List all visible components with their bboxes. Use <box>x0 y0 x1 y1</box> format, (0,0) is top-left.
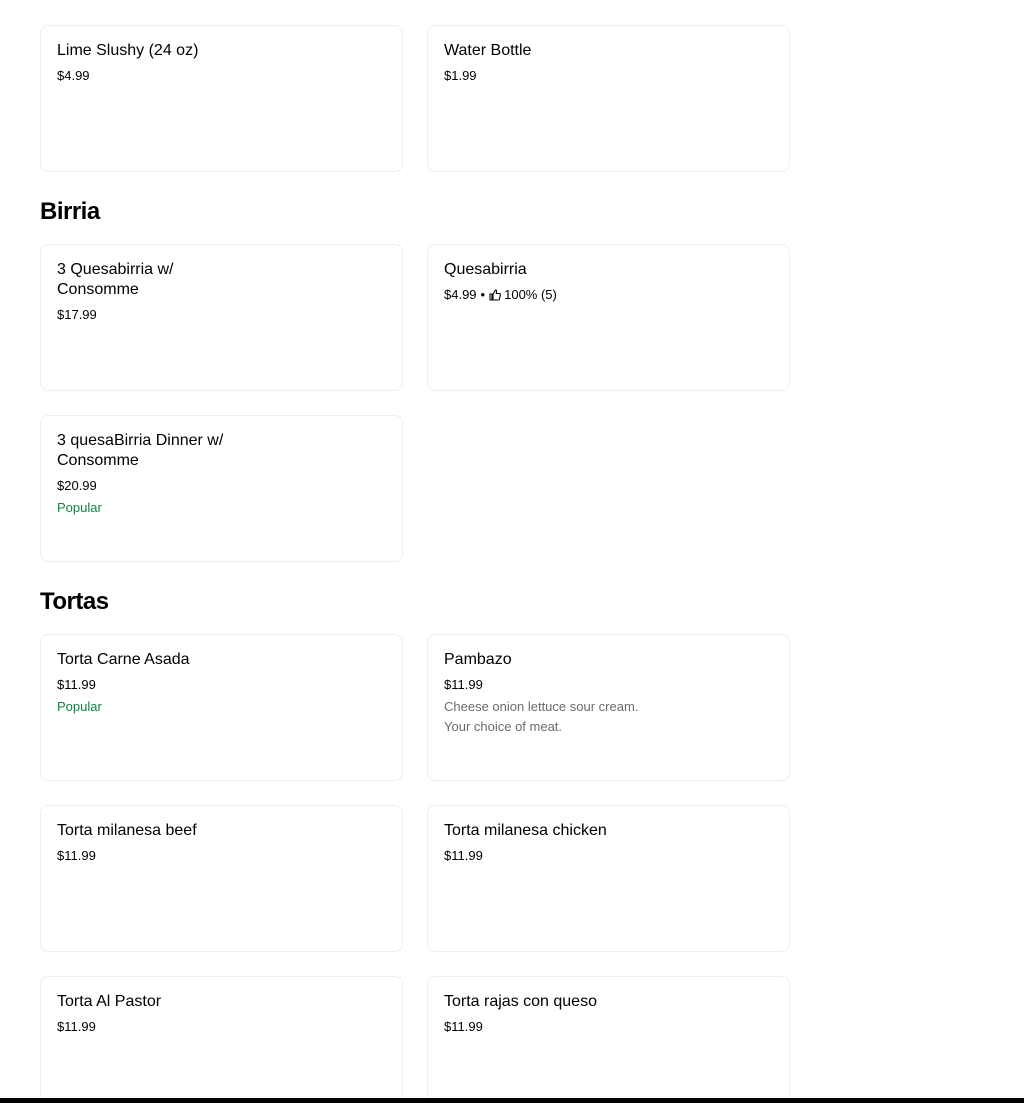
menu-item-card[interactable]: Torta milanesa chicken $11.99 <box>427 805 790 952</box>
item-name: Torta milanesa chicken <box>444 822 607 839</box>
item-name: Torta milanesa beef <box>57 822 197 839</box>
price-text: $4.99 <box>57 68 90 83</box>
item-name: Pambazo <box>444 651 512 668</box>
rating-text: 100% (5) <box>504 287 557 302</box>
item-name: 3 Quesabirria w/ Consomme <box>57 261 174 298</box>
item-price: $1.99 <box>444 66 773 86</box>
item-name: Torta Al Pastor <box>57 993 162 1010</box>
item-price: $4.99 <box>57 66 386 86</box>
price-text: $11.99 <box>57 848 96 863</box>
price-text: $11.99 <box>57 1019 96 1034</box>
price-text: $4.99 <box>444 287 477 302</box>
price-text: $11.99 <box>444 677 483 692</box>
item-name: Torta rajas con queso <box>444 993 597 1010</box>
section-title-tortas: Tortas <box>40 588 109 615</box>
price-text: $11.99 <box>444 848 483 863</box>
bottom-bar <box>0 1098 1024 1103</box>
menu-item-card[interactable]: Torta Carne Asada $11.99 Popular <box>40 634 403 781</box>
menu-item-card[interactable]: 3 quesaBirria Dinner w/ Consomme $20.99 … <box>40 415 403 562</box>
price-text: $1.99 <box>444 68 477 83</box>
item-price: $20.99 <box>57 476 386 496</box>
item-name: 3 quesaBirria Dinner w/ Consomme <box>57 432 224 469</box>
item-price: $11.99 <box>444 1017 773 1037</box>
popular-badge: Popular <box>57 500 102 515</box>
price-text: $20.99 <box>57 478 97 493</box>
section-title-birria: Birria <box>40 198 100 225</box>
menu-item-card[interactable]: Torta Al Pastor $11.99 <box>40 976 403 1103</box>
item-price: $17.99 <box>57 305 386 325</box>
menu-item-card[interactable]: Pambazo $11.99 Cheese onion lettuce sour… <box>427 634 790 781</box>
item-price-rating: $4.99 • 100% (5) <box>444 285 773 305</box>
menu-item-card[interactable]: Quesabirria $4.99 • 100% (5) <box>427 244 790 391</box>
item-price: $11.99 <box>444 675 773 695</box>
price-text: $11.99 <box>57 677 96 692</box>
thumbs-up-icon <box>489 289 502 301</box>
popular-badge: Popular <box>57 699 102 714</box>
menu-item-card[interactable]: Torta milanesa beef $11.99 <box>40 805 403 952</box>
price-text: $11.99 <box>444 1019 483 1034</box>
item-price: $11.99 <box>57 846 386 866</box>
item-name: Quesabirria <box>444 261 527 278</box>
menu-item-card[interactable]: Water Bottle $1.99 <box>427 25 790 172</box>
item-price: $11.99 <box>57 1017 386 1037</box>
item-price: $11.99 <box>444 846 773 866</box>
menu-page: Lime Slushy (24 oz) $4.99 Water Bottle $… <box>0 0 1024 1103</box>
item-price: $11.99 <box>57 675 386 695</box>
menu-item-card[interactable]: Torta rajas con queso $11.99 <box>427 976 790 1103</box>
item-name: Lime Slushy (24 oz) <box>57 42 199 59</box>
item-description: Cheese onion lettuce sour cream. Your ch… <box>444 699 639 734</box>
price-text: $17.99 <box>57 307 97 322</box>
menu-item-card[interactable]: 3 Quesabirria w/ Consomme $17.99 <box>40 244 403 391</box>
item-name: Water Bottle <box>444 42 532 59</box>
menu-item-card[interactable]: Lime Slushy (24 oz) $4.99 <box>40 25 403 172</box>
item-name: Torta Carne Asada <box>57 651 190 668</box>
separator-dot: • <box>480 287 486 302</box>
